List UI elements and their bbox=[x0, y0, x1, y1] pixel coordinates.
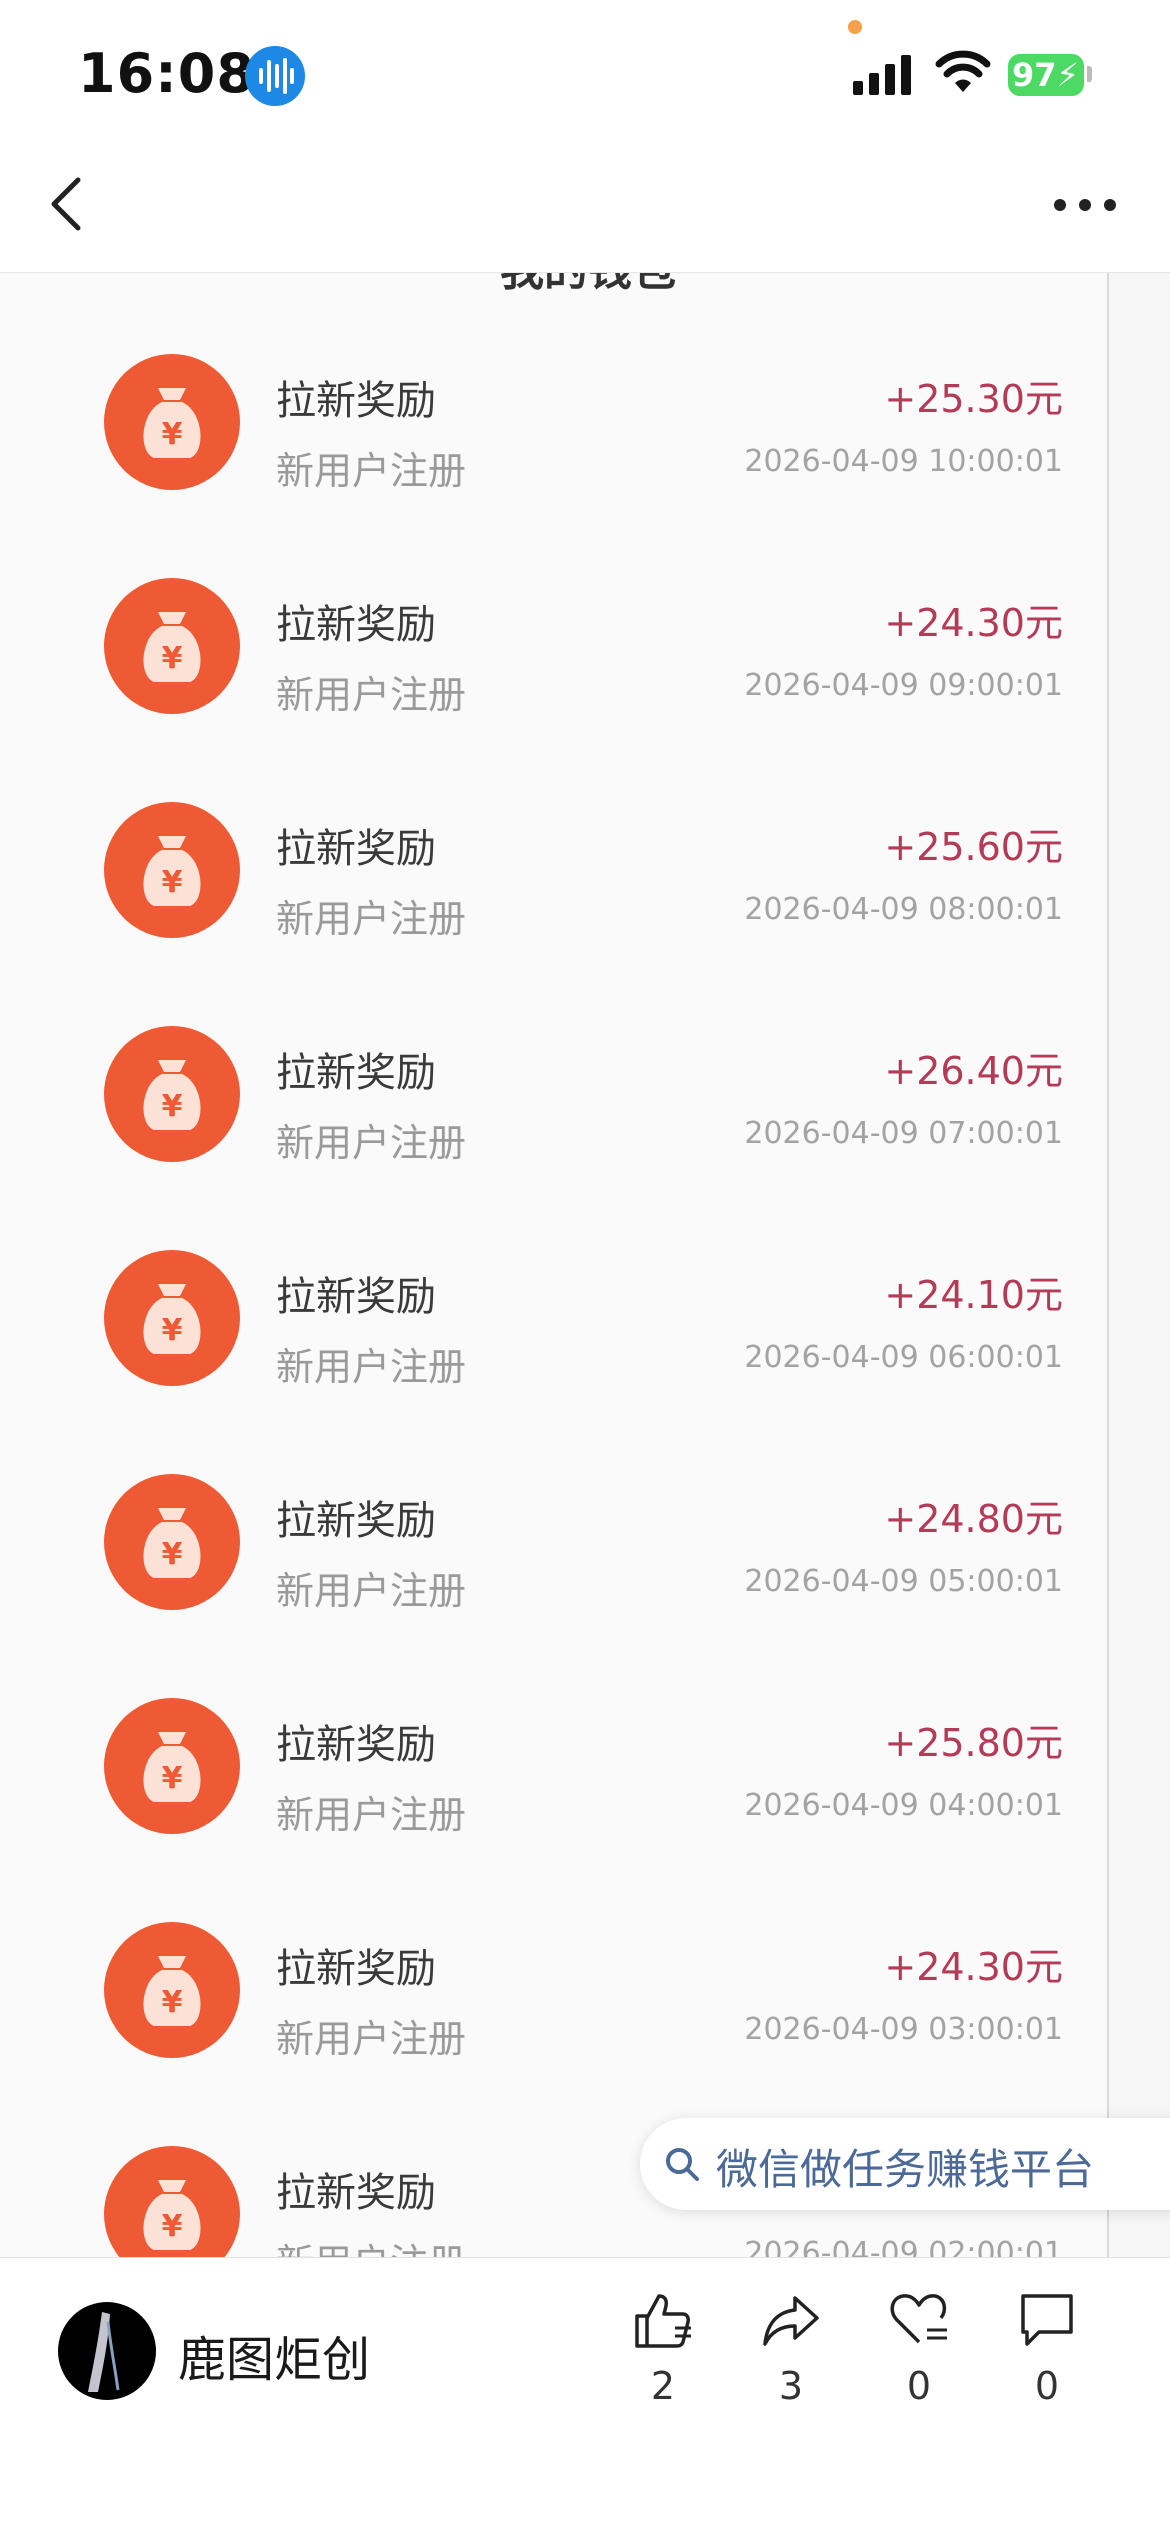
like-button[interactable]: 2 bbox=[618, 2288, 708, 2428]
record-title: 拉新奖励 bbox=[276, 2170, 436, 2216]
wifi-icon bbox=[935, 50, 991, 92]
comment-count: 0 bbox=[1034, 2364, 1060, 2408]
record-subtitle: 新用户注册 bbox=[276, 1121, 467, 1165]
record-title: 拉新奖励 bbox=[276, 1946, 436, 1992]
income-record-row[interactable]: ¥ 拉新奖励新用户注册 +25.30元 2026-04-09 10:00:01 bbox=[0, 272, 1107, 496]
comment-bubble-icon bbox=[1021, 2294, 1073, 2346]
income-record-row[interactable]: ¥ 拉新奖励新用户注册 +24.30元 2026-04-09 09:00:01 bbox=[0, 496, 1107, 720]
money-bag-icon: ¥ bbox=[104, 1922, 240, 2058]
heart-list-icon bbox=[890, 2294, 947, 2344]
svg-text:¥: ¥ bbox=[162, 865, 183, 900]
income-record-row[interactable]: ¥ 拉新奖励新用户注册 +25.80元 2026-04-09 04:00:01 bbox=[0, 1616, 1107, 1840]
search-suggestion-chip[interactable]: 微信做任务赚钱平台 bbox=[640, 2118, 1170, 2210]
status-bar: 16:08 97⚡ bbox=[0, 0, 1170, 140]
record-amount: +24.80元 bbox=[884, 1497, 1063, 1541]
svg-text:¥: ¥ bbox=[162, 1985, 183, 2020]
record-timestamp: 2026-04-09 06:00:01 bbox=[744, 1340, 1063, 1375]
image-edge-line bbox=[1107, 272, 1109, 2257]
record-subtitle: 新用户注册 bbox=[276, 897, 467, 941]
more-options-icon[interactable] bbox=[1050, 190, 1120, 220]
author-name[interactable]: 鹿图炬创 bbox=[178, 2320, 370, 2390]
income-record-row[interactable]: ¥ 拉新奖励新用户注册 +26.40元 2026-04-09 07:00:01 bbox=[0, 944, 1107, 1168]
record-amount: +24.30元 bbox=[884, 1945, 1063, 1989]
svg-text:¥: ¥ bbox=[162, 1313, 183, 1348]
record-timestamp: 2026-04-09 09:00:01 bbox=[744, 668, 1063, 703]
battery-cap bbox=[1087, 66, 1092, 82]
record-subtitle: 新用户注册 bbox=[276, 673, 467, 717]
income-record-row[interactable]: ¥ 拉新奖励新用户注册 +24.80元 2026-04-09 05:00:01 bbox=[0, 1392, 1107, 1616]
record-subtitle: 新用户注册 bbox=[276, 449, 467, 493]
favorite-count: 0 bbox=[906, 2364, 932, 2408]
money-bag-icon: ¥ bbox=[104, 578, 240, 714]
status-time: 16:08 bbox=[78, 42, 255, 105]
navigation-bar bbox=[0, 140, 1170, 273]
money-bag-icon: ¥ bbox=[104, 2146, 240, 2257]
money-bag-icon: ¥ bbox=[104, 1698, 240, 1834]
thumbs-up-icon bbox=[635, 2294, 691, 2348]
favorite-button[interactable]: 0 bbox=[874, 2288, 964, 2428]
money-bag-icon: ¥ bbox=[104, 1474, 240, 1610]
battery-indicator: 97⚡ bbox=[1008, 54, 1084, 96]
record-title: 拉新奖励 bbox=[276, 1722, 436, 1768]
search-suggestion-label: 微信做任务赚钱平台 bbox=[716, 2145, 1095, 2194]
money-bag-icon: ¥ bbox=[104, 802, 240, 938]
svg-text:¥: ¥ bbox=[162, 2209, 183, 2244]
svg-text:¥: ¥ bbox=[162, 1761, 183, 1796]
record-subtitle: 新用户注册 bbox=[276, 1793, 467, 1837]
svg-text:¥: ¥ bbox=[162, 1537, 183, 1572]
record-subtitle: 新用户注册 bbox=[276, 2232, 466, 2257]
record-timestamp: 2026-04-09 08:00:01 bbox=[744, 892, 1063, 927]
share-arrow-icon bbox=[763, 2296, 819, 2346]
record-subtitle: 新用户注册 bbox=[276, 1345, 467, 1389]
share-button[interactable]: 3 bbox=[746, 2288, 836, 2428]
record-subtitle: 新用户注册 bbox=[276, 1569, 467, 1613]
record-amount: +25.30元 bbox=[884, 377, 1063, 421]
income-record-row[interactable]: ¥ 拉新奖励新用户注册 +24.10元 2026-04-09 06:00:01 bbox=[0, 1168, 1107, 1392]
record-title: 拉新奖励 bbox=[276, 1050, 436, 1096]
money-bag-icon: ¥ bbox=[104, 1250, 240, 1386]
search-icon bbox=[666, 2148, 699, 2181]
record-title: 拉新奖励 bbox=[276, 826, 436, 872]
record-title: 拉新奖励 bbox=[276, 602, 436, 648]
money-bag-icon: ¥ bbox=[104, 354, 240, 490]
record-timestamp: 2026-04-09 05:00:01 bbox=[744, 1564, 1063, 1599]
record-amount: +25.80元 bbox=[884, 1721, 1063, 1765]
record-timestamp: 2026-04-09 07:00:01 bbox=[744, 1116, 1063, 1151]
svg-text:¥: ¥ bbox=[162, 417, 183, 452]
voice-waveform-icon bbox=[245, 46, 305, 106]
svg-text:¥: ¥ bbox=[162, 641, 183, 676]
comment-button[interactable]: 0 bbox=[1002, 2288, 1092, 2428]
record-timestamp: 2026-04-09 03:00:01 bbox=[744, 2012, 1063, 2047]
like-count: 2 bbox=[650, 2364, 676, 2408]
record-amount: +24.10元 bbox=[884, 1273, 1063, 1317]
record-timestamp: 2026-04-09 04:00:01 bbox=[744, 1788, 1063, 1823]
income-record-row[interactable]: ¥ 拉新奖励新用户注册 +25.60元 2026-04-09 08:00:01 bbox=[0, 720, 1107, 944]
back-arrow-icon[interactable] bbox=[40, 172, 100, 236]
record-title: 拉新奖励 bbox=[276, 1498, 436, 1544]
cellular-signal-icon bbox=[853, 55, 911, 95]
post-image-wallet-screenshot: 我的钱包 ¥拉新奖励新用户注册+25.30元2026-04-09 10:00:0… bbox=[0, 272, 1170, 2257]
record-timestamp: 2026-04-09 02:00:01 bbox=[744, 2236, 1063, 2257]
battery-level: 97 bbox=[1012, 56, 1057, 94]
record-title: 拉新奖励 bbox=[276, 1274, 436, 1320]
image-right-margin bbox=[1109, 272, 1170, 2257]
record-timestamp: 2026-04-09 10:00:01 bbox=[744, 444, 1063, 479]
income-record-row[interactable]: ¥ 拉新奖励新用户注册 +24.30元 2026-04-09 03:00:01 bbox=[0, 1840, 1107, 2064]
record-subtitle: 新用户注册 bbox=[276, 2017, 467, 2061]
privacy-indicator-dot bbox=[848, 20, 862, 34]
svg-text:¥: ¥ bbox=[162, 1089, 183, 1124]
record-title: 拉新奖励 bbox=[276, 378, 436, 424]
record-amount: +26.40元 bbox=[884, 1049, 1063, 1093]
share-count: 3 bbox=[778, 2364, 804, 2408]
record-amount: +24.30元 bbox=[884, 601, 1063, 645]
money-bag-icon: ¥ bbox=[104, 1026, 240, 1162]
author-avatar[interactable] bbox=[58, 2302, 156, 2400]
record-amount: +25.60元 bbox=[884, 825, 1063, 869]
bottom-action-bar: 鹿图炬创 2 3 0 0 bbox=[0, 2257, 1170, 2533]
